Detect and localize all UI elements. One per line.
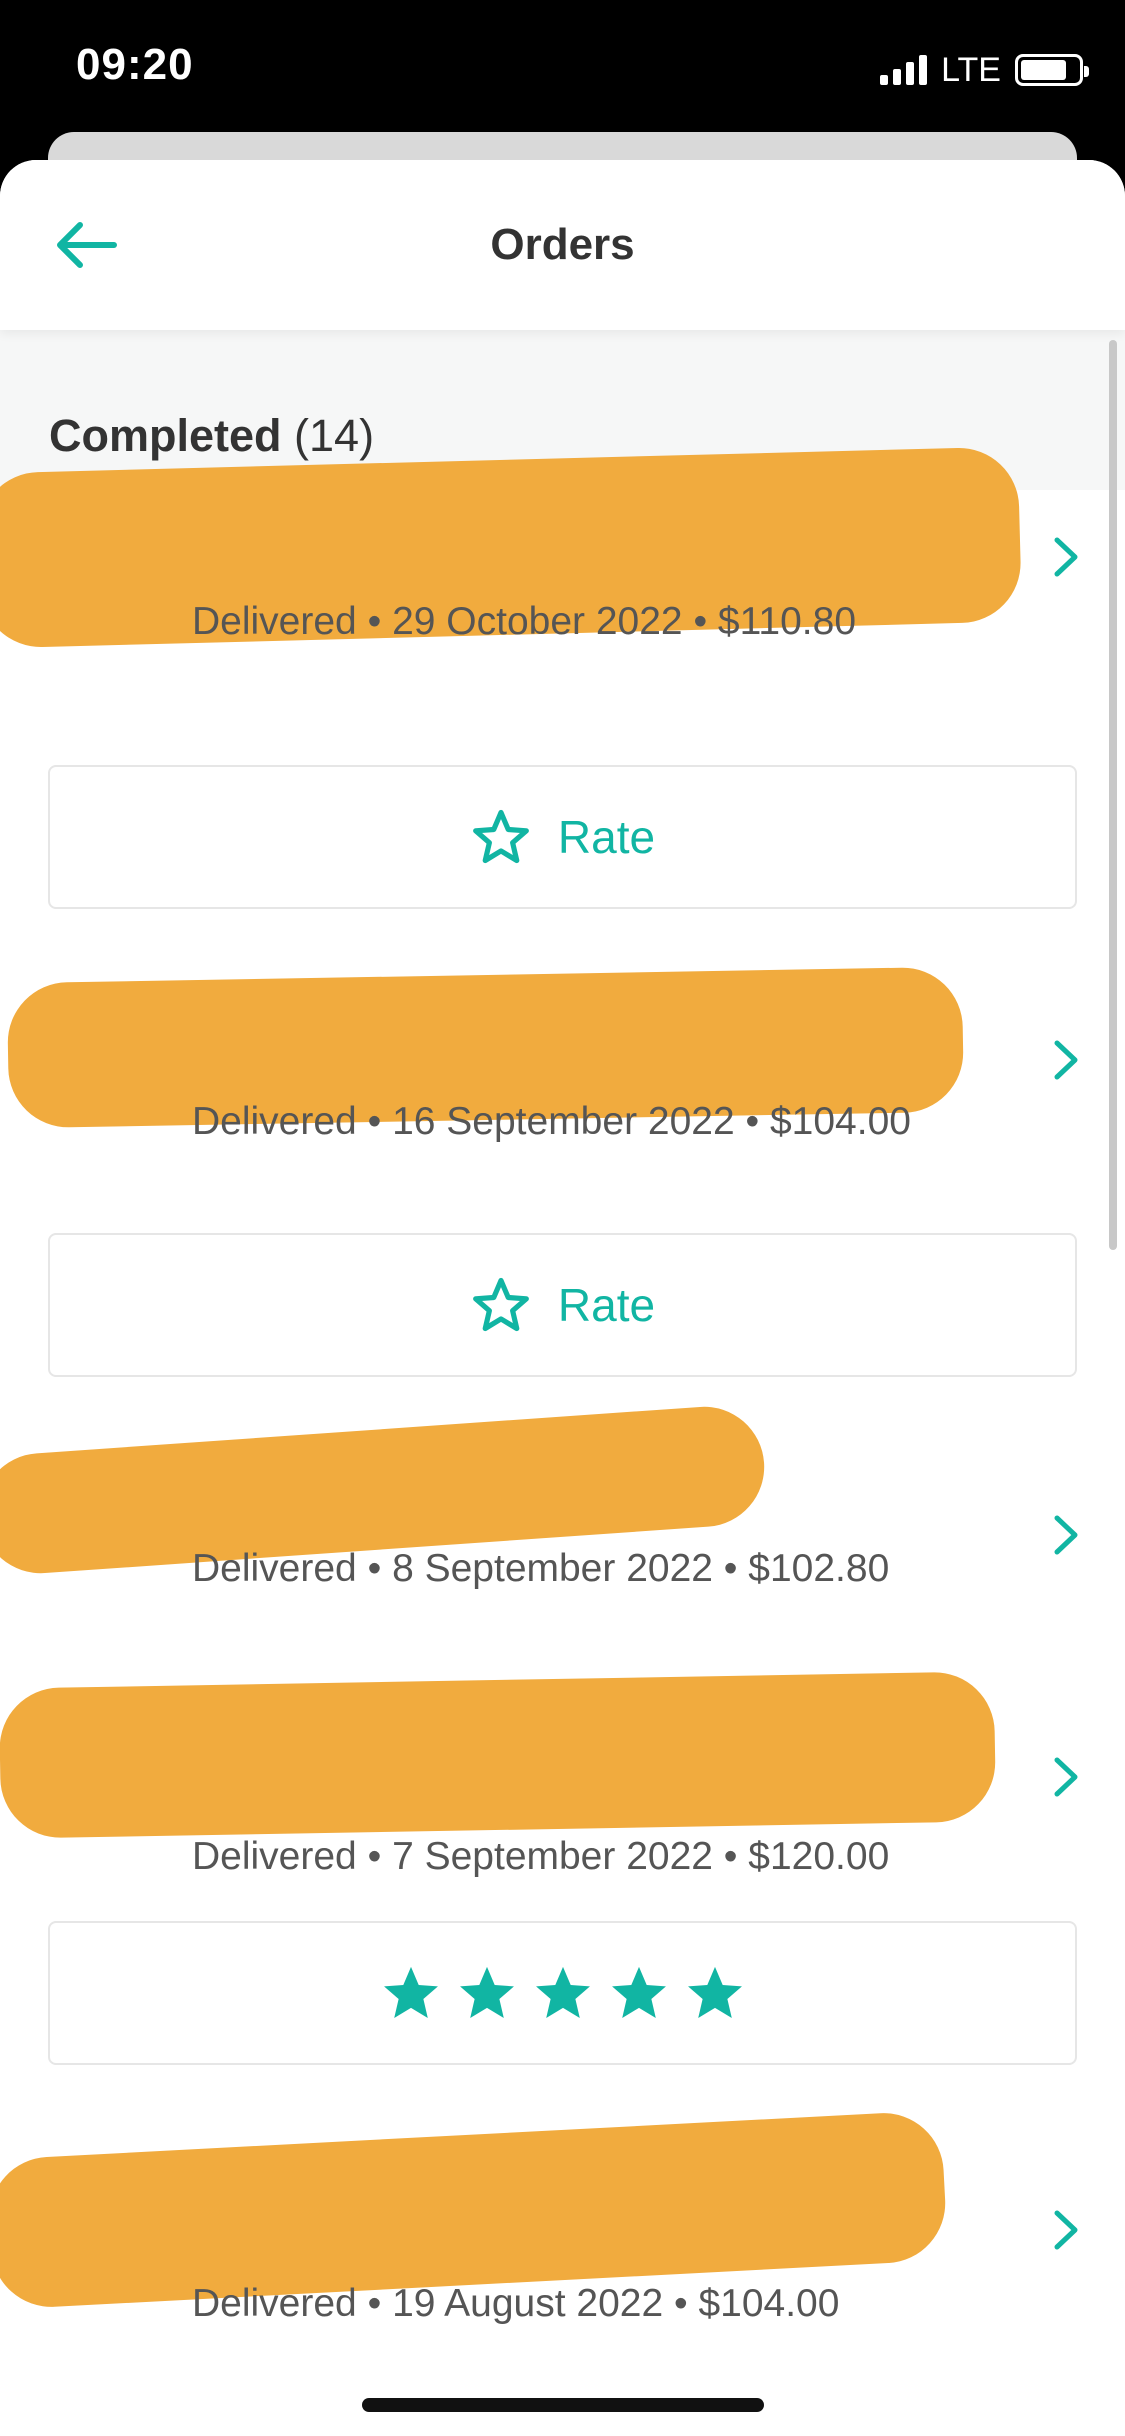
- rate-button[interactable]: Rate: [48, 765, 1077, 909]
- order-meta: Delivered • 19 August 2022 • $104.00: [192, 2282, 840, 2325]
- star-filled-icon: [535, 1966, 590, 2019]
- chevron-right-icon[interactable]: [1045, 1035, 1085, 1085]
- chevron-right-icon[interactable]: [1045, 532, 1085, 582]
- order-meta: Delivered • 16 September 2022 • $104.00: [192, 1100, 911, 1143]
- battery-icon: [1015, 54, 1089, 86]
- rate-label: Rate: [557, 811, 656, 863]
- star-filled-icon: [611, 1966, 666, 2019]
- home-indicator[interactable]: [362, 2398, 764, 2412]
- order-meta: Delivered • 8 September 2022 • $102.80: [192, 1547, 890, 1590]
- chevron-right-icon[interactable]: [1045, 1752, 1085, 1802]
- star-filled-icon: [687, 1966, 742, 2019]
- chevron-right-icon[interactable]: [1045, 1510, 1085, 1560]
- status-time: 09:20: [76, 40, 194, 89]
- order-item[interactable]: Delivered • 7 September 2022 • $120.00: [0, 1660, 1125, 1878]
- redaction-overlay: [0, 2110, 949, 2310]
- order-item[interactable]: Delivered • 8 September 2022 • $102.80: [0, 1402, 1125, 1610]
- orders-sheet: Orders Completed (14) Delivered • 29 Oct…: [0, 160, 1125, 2436]
- star-filled-icon: [459, 1966, 514, 2019]
- rating-stars: [48, 1921, 1077, 2065]
- rate-button[interactable]: Rate: [48, 1233, 1077, 1377]
- status-indicators: LTE: [880, 48, 1089, 92]
- order-item[interactable]: Delivered • 29 October 2022 • $110.80: [0, 446, 1125, 680]
- chevron-right-icon[interactable]: [1045, 2205, 1085, 2255]
- order-item[interactable]: Delivered • 19 August 2022 • $104.00: [0, 2110, 1125, 2350]
- star-filled-icon: [383, 1966, 438, 2019]
- scrollbar[interactable]: [1109, 340, 1117, 1250]
- order-item[interactable]: Delivered • 16 September 2022 • $104.00: [0, 950, 1125, 1180]
- order-meta: Delivered • 29 October 2022 • $110.80: [192, 600, 857, 643]
- rate-label: Rate: [557, 1279, 656, 1331]
- network-label: LTE: [941, 50, 1001, 89]
- order-meta: Delivered • 7 September 2022 • $120.00: [192, 1835, 890, 1878]
- redaction-overlay: [0, 1671, 997, 1839]
- signal-icon: [880, 55, 928, 85]
- star-outline-icon: [473, 809, 529, 864]
- star-outline-icon: [473, 1277, 529, 1332]
- header: Orders: [0, 160, 1125, 330]
- status-bar: 09:20 LTE: [0, 0, 1125, 140]
- page-title: Orders: [490, 220, 635, 269]
